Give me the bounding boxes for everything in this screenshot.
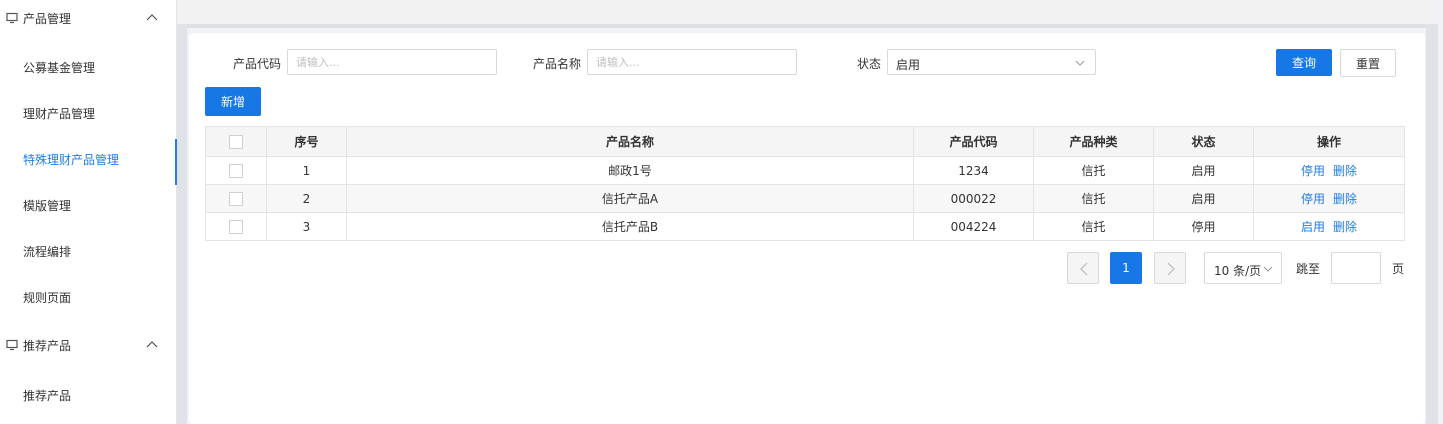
select-all-cell [205, 126, 267, 157]
reset-button[interactable]: 重置 [1340, 49, 1396, 77]
top-bar [177, 0, 1433, 24]
sidebar-item-recommended-product[interactable]: 推荐产品 [0, 375, 176, 415]
sidebar-item-label: 规则页面 [23, 290, 72, 305]
delete-link[interactable]: 删除 [1333, 164, 1357, 178]
sidebar: 产品管理 公募基金管理 理财产品管理 特殊理财产品管理 模版管理 流程编排 规则… [0, 0, 177, 424]
column-header-actions: 操作 [1253, 126, 1405, 157]
chevron-left-icon [1080, 262, 1088, 276]
delete-link[interactable]: 删除 [1333, 220, 1357, 234]
product-table: 序号 产品名称 产品代码 产品种类 状态 操作 1 邮政1号 1234 信托 启… [205, 126, 1405, 241]
table-row: 3 信托产品B 004224 信托 停用 启用 删除 [205, 212, 1405, 241]
chevron-down-icon [1075, 60, 1085, 66]
cell-actions: 启用 删除 [1253, 212, 1405, 241]
toggle-status-link[interactable]: 停用 [1301, 164, 1325, 178]
table-row: 1 邮政1号 1234 信托 启用 停用 删除 [205, 156, 1405, 185]
status-select-value: 启用 [896, 58, 921, 72]
product-code-input[interactable] [287, 49, 497, 75]
column-header-type: 产品种类 [1033, 126, 1154, 157]
sidebar-item-label: 流程编排 [23, 244, 72, 259]
monitor-icon [6, 339, 18, 351]
table-row: 2 信托产品A 000022 信托 启用 停用 删除 [205, 184, 1405, 213]
row-select-cell [205, 212, 267, 241]
prev-page-button[interactable] [1067, 252, 1099, 284]
jump-to-label: 跳至 [1296, 262, 1321, 276]
sidebar-group-product-management[interactable]: 产品管理 [0, 0, 176, 36]
column-header-status: 状态 [1153, 126, 1254, 157]
sidebar-item-label: 特殊理财产品管理 [23, 152, 120, 167]
sidebar-item-special-wealth-product[interactable]: 特殊理财产品管理 [0, 139, 177, 185]
cell-index: 2 [266, 184, 347, 213]
cell-status: 启用 [1153, 184, 1254, 213]
sidebar-group-label: 产品管理 [23, 11, 72, 26]
cell-name: 邮政1号 [346, 156, 914, 185]
sidebar-group-label: 推荐产品 [23, 338, 72, 353]
column-header-index: 序号 [266, 126, 347, 157]
page-number-current[interactable]: 1 [1110, 252, 1142, 284]
sidebar-item-public-fund[interactable]: 公募基金管理 [0, 47, 176, 87]
row-select-cell [205, 184, 267, 213]
sidebar-item-rules[interactable]: 规则页面 [0, 277, 176, 317]
toggle-status-link[interactable]: 停用 [1301, 192, 1325, 206]
sidebar-item-label: 公募基金管理 [23, 60, 96, 75]
frame-right [1426, 24, 1438, 424]
status-select[interactable]: 启用 [887, 49, 1096, 75]
next-page-button[interactable] [1154, 252, 1186, 284]
sidebar-item-label: 理财产品管理 [23, 106, 96, 121]
top-divider [180, 24, 1432, 28]
cell-code: 000022 [913, 184, 1034, 213]
row-checkbox[interactable] [229, 219, 243, 234]
query-button[interactable]: 查询 [1276, 49, 1332, 76]
toggle-status-link[interactable]: 启用 [1301, 220, 1325, 234]
chevron-down-icon [1263, 266, 1273, 272]
chevron-up-icon[interactable] [146, 339, 158, 351]
chevron-right-icon [1167, 262, 1175, 276]
cell-code: 1234 [913, 156, 1034, 185]
row-checkbox[interactable] [229, 191, 243, 206]
cell-type: 信托 [1033, 212, 1154, 241]
sidebar-item-workflow[interactable]: 流程编排 [0, 231, 176, 271]
product-name-input[interactable] [587, 49, 797, 75]
status-label: 状态 [857, 57, 882, 71]
cell-name: 信托产品B [346, 212, 914, 241]
jump-to-page-input[interactable] [1331, 252, 1381, 284]
sidebar-item-wealth-product[interactable]: 理财产品管理 [0, 93, 176, 133]
cell-actions: 停用 删除 [1253, 156, 1405, 185]
cell-status: 启用 [1153, 156, 1254, 185]
cell-status: 停用 [1153, 212, 1254, 241]
product-name-label: 产品名称 [533, 57, 582, 71]
table-header-row: 序号 产品名称 产品代码 产品种类 状态 操作 [205, 126, 1405, 157]
add-button[interactable]: 新增 [205, 87, 261, 116]
column-header-code: 产品代码 [913, 126, 1034, 157]
monitor-icon [6, 12, 18, 24]
sidebar-item-label: 模版管理 [23, 198, 72, 213]
cell-code: 004224 [913, 212, 1034, 241]
page-suffix-label: 页 [1392, 262, 1405, 276]
page-size-select[interactable]: 10 条/页 [1204, 252, 1282, 284]
sidebar-item-template[interactable]: 模版管理 [0, 185, 176, 225]
select-all-checkbox[interactable] [229, 134, 243, 149]
sidebar-item-label: 推荐产品 [23, 388, 72, 403]
chevron-up-icon[interactable] [146, 12, 158, 24]
column-header-name: 产品名称 [346, 126, 914, 157]
row-checkbox[interactable] [229, 163, 243, 178]
cell-name: 信托产品A [346, 184, 914, 213]
sidebar-group-recommended[interactable]: 推荐产品 [0, 327, 176, 363]
cell-type: 信托 [1033, 184, 1154, 213]
frame-left [177, 24, 187, 424]
cell-index: 1 [266, 156, 347, 185]
row-select-cell [205, 156, 267, 185]
delete-link[interactable]: 删除 [1333, 192, 1357, 206]
cell-actions: 停用 删除 [1253, 184, 1405, 213]
page-size-value: 10 条/页 [1214, 264, 1262, 278]
cell-index: 3 [266, 212, 347, 241]
product-code-label: 产品代码 [233, 57, 282, 71]
cell-type: 信托 [1033, 156, 1154, 185]
